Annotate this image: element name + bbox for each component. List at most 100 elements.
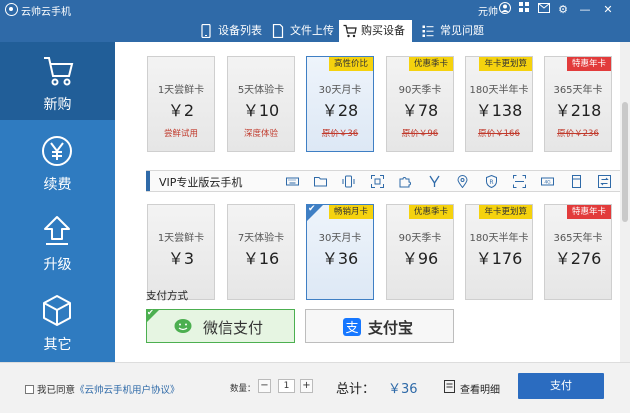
svg-text:支: 支 bbox=[345, 321, 358, 336]
total-label: 总计： bbox=[336, 382, 376, 397]
cube-icon bbox=[43, 295, 71, 326]
yen-icon bbox=[42, 136, 72, 166]
vip-plan-card[interactable]: 特惠年卡 365天年卡 ￥276 bbox=[544, 204, 612, 300]
shield-icon: R bbox=[486, 175, 497, 188]
tab-buy-device[interactable]: 购买设备 bbox=[339, 20, 412, 42]
plan-original-price: 原价￥236 bbox=[557, 129, 599, 139]
agree-text: 我已同意 bbox=[37, 385, 76, 396]
payment-method-label: 支付方式 bbox=[146, 290, 188, 302]
plan-price: ￥28 bbox=[321, 101, 359, 120]
camera-icon: 4G bbox=[541, 177, 554, 186]
vip-plan-card[interactable]: 优惠季卡 90天季卡 ￥96 bbox=[386, 204, 454, 300]
content-scrollbar[interactable] bbox=[620, 42, 630, 362]
plan-price: ￥16 bbox=[242, 249, 280, 268]
view-details-label: 查看明细 bbox=[460, 385, 500, 396]
purchase-panel: 1天尝鲜卡 ￥2 尝鲜试用 5天体验卡 ￥10 深度体验 高性价比 30天月卡 … bbox=[115, 42, 620, 362]
plan-name: 1天尝鲜卡 bbox=[157, 233, 205, 244]
user-agreement-link[interactable]: 《云帅云手机用户协议》 bbox=[75, 385, 180, 396]
plan-badge: 特惠年卡 bbox=[566, 57, 611, 71]
svg-text:4G: 4G bbox=[544, 180, 551, 186]
sidebar-item-upgrade[interactable]: 升级 bbox=[0, 202, 115, 280]
tab-label: 常见问题 bbox=[440, 24, 484, 37]
plan-note: 深度体验 bbox=[243, 129, 278, 139]
agree-checkbox[interactable] bbox=[25, 385, 34, 394]
quantity-increment-button[interactable]: + bbox=[300, 379, 313, 393]
puzzle-icon bbox=[399, 177, 411, 188]
sidebar: 新购 续费 升级 其它 bbox=[0, 42, 115, 362]
grid-icon[interactable] bbox=[516, 2, 532, 18]
scrollbar-thumb[interactable] bbox=[622, 102, 628, 222]
alipay-icon: 支 bbox=[343, 318, 361, 336]
tab-label: 文件上传 bbox=[290, 24, 334, 37]
alipay-option[interactable]: 支 支付宝 bbox=[305, 309, 454, 343]
sync-icon bbox=[598, 175, 611, 188]
script-icon bbox=[429, 175, 440, 187]
tab-device-list[interactable]: 设备列表 bbox=[196, 20, 264, 42]
settings-icon[interactable]: ⚙ bbox=[555, 2, 571, 18]
plan-name: 90天季卡 bbox=[398, 85, 442, 96]
plan-name: 1天尝鲜卡 bbox=[157, 85, 205, 96]
section-marker bbox=[146, 171, 150, 191]
plan-badge: 年卡更划算 bbox=[479, 57, 532, 71]
plan-price: ￥96 bbox=[401, 249, 439, 268]
plan-badge: 高性价比 bbox=[328, 57, 373, 71]
sidebar-item-label: 其它 bbox=[43, 337, 72, 353]
app-logo-icon bbox=[5, 3, 18, 16]
user-icon[interactable] bbox=[497, 2, 513, 18]
plan-price: ￥218 bbox=[554, 101, 602, 120]
username[interactable]: 元帅 bbox=[478, 3, 498, 18]
vip-plan-card[interactable]: 年卡更划算 180天半年卡 ￥176 bbox=[465, 204, 533, 300]
plan-card-selected[interactable]: 高性价比 30天月卡 ￥28 原价￥36 bbox=[306, 56, 374, 152]
vip-plan-card[interactable]: 7天体验卡 ￥16 bbox=[227, 204, 295, 300]
plan-badge: 年卡更划算 bbox=[479, 205, 532, 219]
plan-card[interactable]: 特惠年卡 365天年卡 ￥218 原价￥236 bbox=[544, 56, 612, 152]
folder-icon bbox=[314, 177, 327, 187]
plan-card[interactable]: 5天体验卡 ￥10 深度体验 bbox=[227, 56, 295, 152]
view-details-button[interactable]: 查看明细 bbox=[443, 380, 500, 396]
minimize-icon[interactable]: — bbox=[577, 2, 593, 18]
wechat-icon bbox=[174, 319, 192, 333]
plan-name: 5天体验卡 bbox=[237, 85, 285, 96]
check-icon: ✔ bbox=[308, 204, 316, 214]
cart-icon bbox=[44, 57, 74, 86]
quantity-decrement-button[interactable]: − bbox=[258, 379, 271, 393]
quantity-input[interactable]: 1 bbox=[278, 379, 295, 393]
plan-card[interactable]: 1天尝鲜卡 ￥2 尝鲜试用 bbox=[147, 56, 215, 152]
check-icon: ✔ bbox=[147, 308, 154, 317]
close-icon[interactable]: ✕ bbox=[600, 2, 616, 18]
tab-bar: 设备列表 文件上传 购买设备 常见问题 bbox=[0, 20, 630, 42]
plan-name: 180天半年卡 bbox=[469, 233, 529, 244]
plan-card[interactable]: 优惠季卡 90天季卡 ￥78 原价￥96 bbox=[386, 56, 454, 152]
plan-name: 90天季卡 bbox=[398, 233, 442, 244]
sidebar-item-label: 新购 bbox=[43, 97, 72, 113]
plan-name: 30天月卡 bbox=[318, 233, 362, 244]
pay-button[interactable]: 支付 bbox=[518, 373, 604, 399]
alipay-label: 支付宝 bbox=[368, 319, 414, 337]
agreement: 我已同意《云帅云手机用户协议》 bbox=[25, 382, 180, 396]
mail-icon[interactable] bbox=[536, 2, 552, 18]
plan-price: ￥276 bbox=[554, 249, 602, 268]
sidebar-item-renew[interactable]: 续费 bbox=[0, 122, 115, 200]
file-icon bbox=[272, 24, 284, 38]
tab-label: 购买设备 bbox=[361, 24, 405, 37]
scan-icon bbox=[513, 175, 526, 188]
tab-faq[interactable]: 常见问题 bbox=[418, 20, 486, 42]
plan-name: 7天体验卡 bbox=[237, 233, 285, 244]
wechat-pay-option[interactable]: ✔ 微信支付 bbox=[146, 308, 295, 343]
sidebar-item-other[interactable]: 其它 bbox=[0, 282, 115, 360]
arrow-up-icon bbox=[44, 216, 70, 245]
screenshot-icon bbox=[371, 175, 384, 188]
plan-name: 365天年卡 bbox=[553, 85, 603, 96]
plan-name: 180天半年卡 bbox=[469, 85, 529, 96]
tab-file-upload[interactable]: 文件上传 bbox=[268, 20, 336, 42]
vip-plan-card[interactable]: 1天尝鲜卡 ￥3 bbox=[147, 204, 215, 300]
plan-card[interactable]: 年卡更划算 180天半年卡 ￥138 原价￥166 bbox=[465, 56, 533, 152]
cart-icon bbox=[343, 24, 357, 38]
plan-price: ￥2 bbox=[167, 101, 195, 120]
vip-section-header: VIP专业版云手机 R 4G bbox=[146, 170, 620, 192]
total-value: ￥36 bbox=[388, 382, 418, 397]
svg-text:R: R bbox=[489, 179, 493, 186]
sidebar-item-label: 续费 bbox=[43, 177, 72, 193]
sidebar-item-new-purchase[interactable]: 新购 bbox=[0, 42, 115, 120]
vip-plan-card-selected[interactable]: ✔ 畅销月卡 30天月卡 ￥36 bbox=[306, 204, 374, 300]
